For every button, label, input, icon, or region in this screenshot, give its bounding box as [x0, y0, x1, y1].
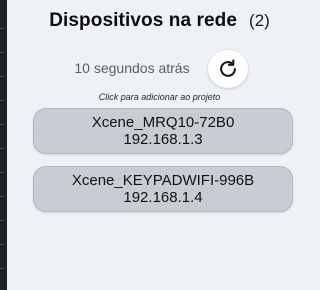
- device-count: (2): [249, 11, 270, 30]
- last-refresh-timestamp: 10 segundos atrás: [74, 60, 190, 76]
- device-name: Xcene_KEYPADWIFI-996B: [71, 172, 255, 189]
- left-edge-strip: [0, 0, 7, 290]
- device-card[interactable]: Xcene_KEYPADWIFI-996B 192.168.1.4: [33, 166, 293, 212]
- add-to-project-hint: Click para adicionar ao projeto: [98, 92, 221, 102]
- device-ip: 192.168.1.4: [123, 189, 203, 206]
- panel-title: Dispositivos na rede: [49, 10, 238, 31]
- refresh-button[interactable]: [208, 50, 248, 88]
- device-card[interactable]: Xcene_MRQ10-72B0 192.168.1.3: [33, 108, 293, 154]
- refresh-icon: [220, 59, 236, 77]
- refresh-row: 10 segundos atrás: [7, 50, 312, 88]
- device-name: Xcene_MRQ10-72B0: [91, 114, 235, 131]
- panel-header: Dispositivos na rede (2): [7, 10, 312, 40]
- device-list: Xcene_MRQ10-72B0 192.168.1.3 Xcene_KEYPA…: [33, 108, 293, 224]
- device-ip: 192.168.1.3: [123, 131, 203, 148]
- network-devices-panel: Dispositivos na rede (2) 10 segundos atrá…: [7, 0, 312, 290]
